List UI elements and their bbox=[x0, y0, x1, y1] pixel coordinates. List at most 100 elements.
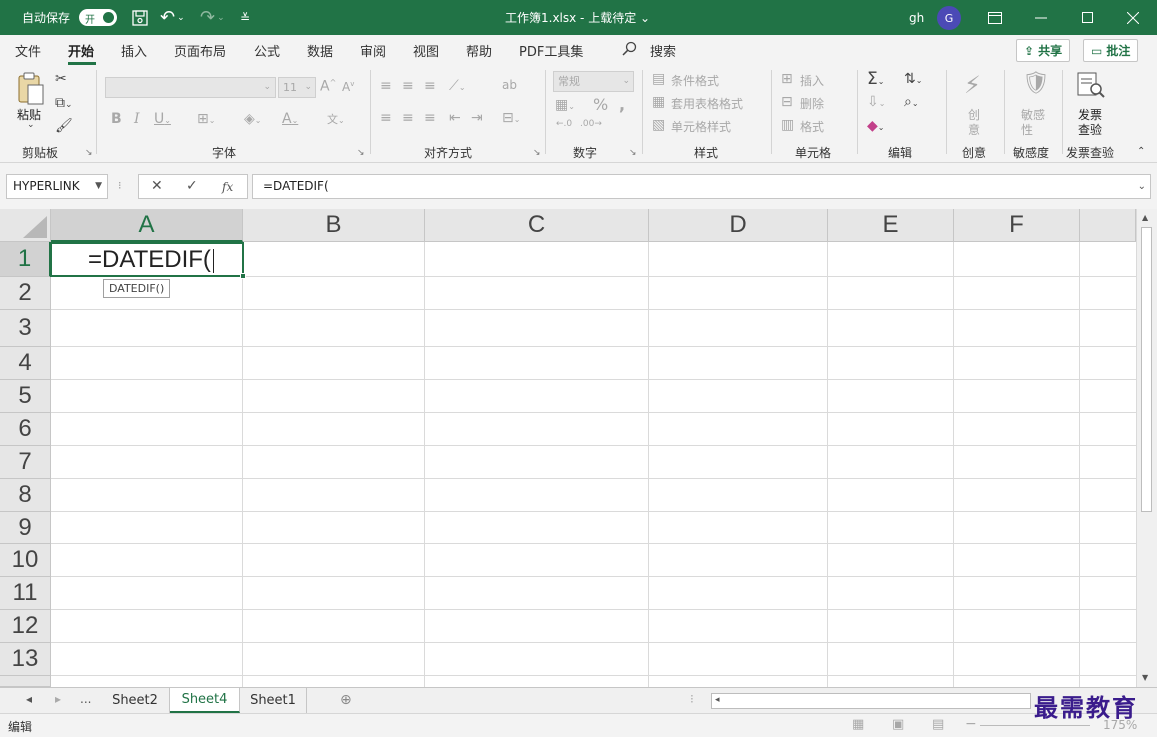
avatar[interactable]: G bbox=[937, 6, 961, 30]
fill-color-icon[interactable]: ◈⌄ bbox=[244, 111, 261, 127]
save-icon[interactable] bbox=[131, 0, 149, 35]
cut-icon[interactable]: ✂ bbox=[55, 71, 67, 87]
row-header-14[interactable] bbox=[0, 676, 51, 687]
font-size-combo[interactable]: 11 ⌄ bbox=[278, 77, 316, 98]
comments-button[interactable]: ▭ 批注 bbox=[1083, 39, 1139, 62]
borders-icon[interactable]: ⊞⌄ bbox=[197, 111, 215, 127]
share-button[interactable]: ⇪ 共享 bbox=[1016, 39, 1071, 62]
alignment-launcher-icon[interactable]: ↘ bbox=[533, 148, 541, 158]
name-box[interactable]: HYPERLINK ▼ bbox=[6, 174, 108, 199]
fill-icon[interactable]: ⇩⌄ bbox=[867, 94, 885, 110]
page-layout-view-icon[interactable]: ▣ bbox=[892, 717, 904, 732]
phonetic-icon[interactable]: 文⌄ bbox=[327, 111, 345, 127]
decrease-indent-icon[interactable]: ⇤ bbox=[449, 110, 461, 126]
underline-icon[interactable]: U⌄ bbox=[154, 111, 171, 127]
zoom-out-icon[interactable]: − bbox=[965, 716, 977, 732]
column-header-a[interactable]: A bbox=[51, 209, 243, 242]
wrap-text-icon[interactable]: ab bbox=[502, 78, 517, 92]
insert-cells-icon[interactable]: ⊞ bbox=[781, 71, 793, 87]
undo-icon[interactable]: ↶ ⌄ bbox=[160, 0, 185, 35]
vertical-scrollbar[interactable]: ▲ ▼ bbox=[1136, 209, 1157, 687]
row-header-3[interactable]: 3 bbox=[0, 310, 51, 347]
worksheet-grid[interactable]: A B C D E F 1 2 3 4 5 6 7 8 9 10 11 12 1… bbox=[0, 209, 1157, 687]
row-header-7[interactable]: 7 bbox=[0, 446, 51, 479]
align-right-icon[interactable]: ≡ bbox=[424, 110, 436, 126]
formula-input[interactable]: =DATEDIF( ⌄ bbox=[252, 174, 1151, 199]
tab-view[interactable]: 视图 bbox=[413, 41, 439, 60]
ribbon-display-icon[interactable] bbox=[972, 0, 1018, 35]
collapse-ribbon-icon[interactable]: ⌃ bbox=[1137, 146, 1145, 157]
row-header-10[interactable]: 10 bbox=[0, 544, 51, 577]
user-name[interactable]: gh bbox=[909, 0, 924, 35]
active-cell-a1[interactable]: =DATEDIF( bbox=[50, 242, 244, 277]
autosave-toggle[interactable]: 开 bbox=[79, 9, 117, 26]
prev-sheet-icon[interactable]: ◂ bbox=[26, 692, 32, 706]
paste-icon[interactable] bbox=[16, 72, 46, 110]
table-format-icon[interactable]: ▦ bbox=[652, 94, 665, 110]
scroll-down-icon[interactable]: ▼ bbox=[1142, 673, 1148, 682]
tab-home[interactable]: 开始 bbox=[68, 41, 94, 60]
row-header-5[interactable]: 5 bbox=[0, 380, 51, 413]
sort-filter-icon[interactable]: ⇅⌄ bbox=[904, 71, 922, 87]
sheet-tab-sheet1[interactable]: Sheet1 bbox=[240, 688, 307, 713]
row-header-9[interactable]: 9 bbox=[0, 512, 51, 544]
invoice-check-label-2[interactable]: 查验 bbox=[1078, 121, 1102, 138]
row-header-11[interactable]: 11 bbox=[0, 577, 51, 610]
tab-pdf-tools[interactable]: PDF工具集 bbox=[519, 41, 583, 60]
insert-function-icon[interactable]: fx bbox=[222, 180, 233, 194]
bold-icon[interactable]: B bbox=[111, 111, 122, 127]
orientation-icon[interactable]: ⟋⌄ bbox=[449, 78, 466, 94]
decrease-decimal-icon[interactable]: .00→ bbox=[580, 119, 602, 129]
format-cells-icon[interactable]: ▥ bbox=[781, 117, 794, 133]
scroll-up-icon[interactable]: ▲ bbox=[1142, 213, 1148, 222]
font-launcher-icon[interactable]: ↘ bbox=[357, 148, 365, 158]
row-header-2[interactable]: 2 bbox=[0, 277, 51, 310]
sheet-tab-sheet2[interactable]: Sheet2 bbox=[101, 688, 170, 713]
format-cells-label[interactable]: 格式 bbox=[800, 118, 824, 135]
percent-icon[interactable]: % bbox=[593, 95, 608, 114]
tab-data[interactable]: 数据 bbox=[307, 41, 333, 60]
align-bottom-icon[interactable]: ≡ bbox=[424, 78, 436, 94]
tab-page-layout[interactable]: 页面布局 bbox=[174, 41, 226, 60]
align-left-icon[interactable]: ≡ bbox=[380, 110, 392, 126]
tab-formulas[interactable]: 公式 bbox=[254, 41, 280, 60]
search-label[interactable]: 搜索 bbox=[650, 41, 676, 60]
copy-icon[interactable]: ⧉⌄ bbox=[55, 95, 73, 111]
cell-style-icon[interactable]: ▧ bbox=[652, 117, 665, 133]
format-painter-icon[interactable]: 🖌 bbox=[55, 118, 73, 134]
creative-label-2[interactable]: 意 bbox=[968, 121, 980, 138]
number-launcher-icon[interactable]: ↘ bbox=[629, 148, 637, 158]
grow-font-icon[interactable]: A^ bbox=[320, 78, 336, 95]
search-icon[interactable] bbox=[622, 41, 637, 60]
row-header-1[interactable]: 1 bbox=[0, 242, 51, 277]
tab-split-handle-icon[interactable]: ⁝ bbox=[690, 692, 694, 706]
horizontal-scrollbar[interactable]: ◂ bbox=[711, 693, 1031, 709]
find-select-icon[interactable]: ⌕⌄ bbox=[904, 94, 919, 110]
clipboard-launcher-icon[interactable]: ↘ bbox=[85, 148, 93, 158]
increase-decimal-icon[interactable]: ←.0 bbox=[556, 119, 572, 129]
lightning-icon[interactable]: ⚡ bbox=[964, 71, 981, 99]
fill-handle[interactable] bbox=[240, 273, 246, 279]
enter-icon[interactable]: ✓ bbox=[186, 178, 198, 194]
conditional-format-label[interactable]: 条件格式 bbox=[671, 72, 719, 89]
align-top-icon[interactable]: ≡ bbox=[380, 78, 392, 94]
cell-style-label[interactable]: 单元格样式 bbox=[671, 118, 731, 135]
align-center-icon[interactable]: ≡ bbox=[402, 110, 414, 126]
column-header-g[interactable] bbox=[1080, 209, 1136, 242]
insert-cells-label[interactable]: 插入 bbox=[800, 72, 824, 89]
font-color-icon[interactable]: A⌄ bbox=[282, 111, 298, 127]
align-middle-icon[interactable]: ≡ bbox=[402, 78, 414, 94]
comma-style-icon[interactable]: , bbox=[619, 95, 625, 114]
cancel-icon[interactable]: ✕ bbox=[151, 178, 163, 194]
select-all-button[interactable] bbox=[0, 209, 51, 242]
more-dots-icon[interactable]: ⁝ bbox=[118, 179, 122, 192]
expand-formula-icon[interactable]: ⌄ bbox=[1138, 175, 1146, 198]
row-header-6[interactable]: 6 bbox=[0, 413, 51, 446]
accounting-format-icon[interactable]: ▦⌄ bbox=[555, 97, 575, 113]
column-header-b[interactable]: B bbox=[243, 209, 425, 242]
column-header-e[interactable]: E bbox=[828, 209, 954, 242]
row-header-8[interactable]: 8 bbox=[0, 479, 51, 512]
next-sheet-icon[interactable]: ▸ bbox=[55, 692, 61, 706]
window-title[interactable]: 工作簿1.xlsx - 上载待定 ⌄ bbox=[505, 0, 650, 35]
tab-file[interactable]: 文件 bbox=[15, 41, 41, 60]
